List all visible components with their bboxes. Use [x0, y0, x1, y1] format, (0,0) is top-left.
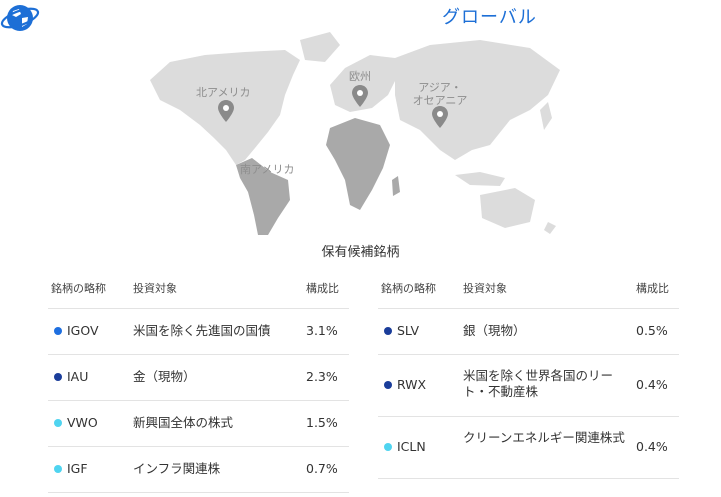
target-cell: インフラ関連株 — [133, 461, 221, 476]
series-color-dot — [54, 465, 62, 473]
holdings-table-left: 銘柄の略称 投資対象 構成比 IGOV 米国を除く先進国の国債 3.1% IAU… — [48, 268, 349, 493]
table-header: 銘柄の略称 投資対象 構成比 — [378, 268, 679, 309]
target-cell: 銀（現物） — [463, 323, 526, 338]
globe-icon — [0, 5, 40, 31]
map-pin-icon — [352, 85, 368, 107]
table-row: IGOV 米国を除く先進国の国債 3.1% — [48, 309, 349, 355]
region-label-south-america: 南アメリカ — [240, 163, 295, 176]
header-ticker: 銘柄の略称 — [51, 282, 106, 295]
series-color-dot — [54, 373, 62, 381]
ratio-cell: 0.4% — [636, 377, 668, 392]
ratio-cell: 0.4% — [636, 439, 668, 454]
world-map-graphic — [150, 32, 560, 235]
ratio-cell: 0.5% — [636, 323, 668, 338]
table-row: IGF インフラ関連株 0.7% — [48, 447, 349, 493]
header-target: 投資対象 — [133, 282, 177, 295]
header-ratio: 構成比 — [636, 282, 669, 295]
target-cell: クリーンエネルギー関連株式 — [463, 430, 625, 445]
table-row: IAU 金（現物） 2.3% — [48, 355, 349, 401]
table-header: 銘柄の略称 投資対象 構成比 — [48, 268, 349, 309]
series-color-dot — [384, 443, 392, 451]
ticker-cell: SLV — [397, 323, 420, 338]
holdings-table-right: 銘柄の略称 投資対象 構成比 SLV 銀（現物） 0.5% RWX 米国を除く世… — [378, 268, 679, 479]
target-cell: 金（現物） — [133, 369, 196, 384]
header-target: 投資対象 — [463, 282, 507, 295]
ticker-cell: IGF — [67, 461, 88, 476]
region-label-europe: 欧州 — [349, 70, 371, 83]
ticker-cell: IGOV — [67, 323, 99, 338]
series-color-dot — [54, 327, 62, 335]
ratio-cell: 0.7% — [306, 461, 338, 476]
target-cell: 米国を除く世界各国のリート・不動産株 — [463, 368, 614, 399]
region-label-asia-oceania: アジア・ オセアニア — [412, 81, 468, 107]
series-color-dot — [384, 381, 392, 389]
series-color-dot — [54, 419, 62, 427]
header-ticker: 銘柄の略称 — [381, 282, 436, 295]
ticker-cell: ICLN — [397, 439, 426, 454]
ticker-cell: RWX — [397, 377, 427, 392]
series-color-dot — [384, 327, 392, 335]
ratio-cell: 3.1% — [306, 323, 338, 338]
ticker-cell: VWO — [67, 415, 98, 430]
ratio-cell: 1.5% — [306, 415, 338, 430]
map-pin-icon — [432, 106, 448, 128]
section-title: 保有候補銘柄 — [321, 245, 400, 260]
target-cell: 米国を除く先進国の国債 — [133, 323, 271, 338]
ticker-cell: IAU — [67, 369, 89, 384]
table-row: RWX 米国を除く世界各国のリート・不動産株 0.4% — [378, 355, 679, 417]
global-label: グローバル — [442, 7, 537, 28]
target-cell: 新興国全体の株式 — [133, 415, 234, 430]
header-ratio: 構成比 — [306, 282, 339, 295]
table-row: ICLN クリーンエネルギー関連株式 0.4% — [378, 417, 679, 479]
map-pin-icon — [218, 100, 234, 122]
table-row: VWO 新興国全体の株式 1.5% — [48, 401, 349, 447]
world-map: 北アメリカ 欧州 アジア・ オセアニア 南アメリカ グローバル — [0, 0, 721, 235]
ratio-cell: 2.3% — [306, 369, 338, 384]
region-label-north-america: 北アメリカ — [196, 86, 251, 99]
table-row: SLV 銀（現物） 0.5% — [378, 309, 679, 355]
